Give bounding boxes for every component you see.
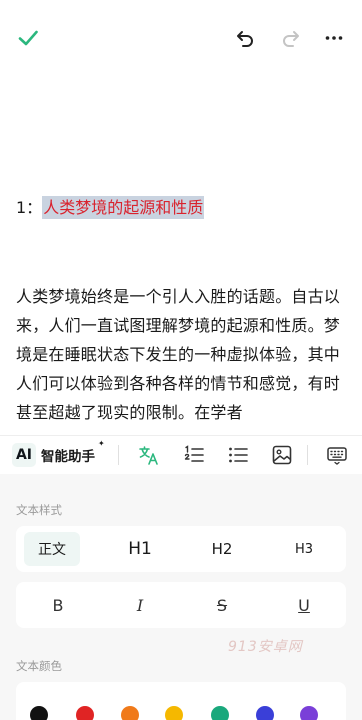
top-bar	[0, 0, 362, 76]
translate-icon[interactable]	[136, 442, 162, 468]
color-swatch-black[interactable]	[30, 706, 48, 720]
heading-number: 1：	[16, 198, 43, 217]
style-h3-option[interactable]: H3	[274, 532, 334, 566]
redo-icon[interactable]	[277, 24, 305, 52]
ai-assistant-button[interactable]: 智能助手	[41, 445, 95, 465]
ai-assistant-icon[interactable]: AI	[12, 443, 36, 467]
text-style-card: 正文 H1 H2 H3	[16, 526, 346, 572]
more-icon[interactable]	[320, 24, 348, 52]
note-editor[interactable]: 1：人类梦境的起源和性质 人类梦境始终是一个引人入胜的话题。自古以来，人们一直试…	[0, 76, 362, 440]
image-icon[interactable]	[269, 442, 295, 468]
text-format-card: B I S U	[16, 582, 346, 628]
color-swatch-red[interactable]	[76, 706, 94, 720]
style-h1-option[interactable]: H1	[110, 532, 170, 566]
color-swatch-green[interactable]	[211, 706, 229, 720]
watermark: 913安卓网	[228, 639, 303, 655]
color-swatch-orange[interactable]	[121, 706, 139, 720]
undo-icon[interactable]	[231, 24, 259, 52]
note-paragraph[interactable]: 人类梦境始终是一个引人入胜的话题。自古以来，人们一直试图理解梦境的起源和性质。梦…	[16, 282, 348, 427]
check-icon[interactable]	[14, 24, 42, 52]
strikethrough-button[interactable]: S	[205, 588, 239, 622]
color-swatch-purple[interactable]	[300, 706, 318, 720]
color-swatch-yellow[interactable]	[165, 706, 183, 720]
note-heading[interactable]: 1：人类梦境的起源和性质	[16, 196, 205, 220]
selected-heading-text[interactable]: 人类梦境的起源和性质	[42, 196, 205, 219]
numbered-list-icon[interactable]	[181, 442, 207, 468]
sparkle-icon: ✦	[98, 439, 105, 448]
toolbar-divider	[118, 445, 119, 465]
bold-button[interactable]: B	[41, 588, 75, 622]
format-toolbar: AI 智能助手 ✦	[0, 436, 362, 474]
text-format-panel: 文本样式 正文 H1 H2 H3 B I S U 913安卓网 文本颜色	[0, 474, 362, 720]
style-body-option[interactable]: 正文	[24, 532, 80, 566]
bullet-list-icon[interactable]	[225, 442, 251, 468]
toolbar-divider	[307, 445, 308, 465]
color-swatch-blue[interactable]	[256, 706, 274, 720]
keyboard-icon[interactable]	[324, 442, 350, 468]
style-h2-option[interactable]: H2	[192, 532, 252, 566]
underline-button[interactable]: U	[287, 588, 321, 622]
text-style-title: 文本样式	[16, 503, 62, 517]
text-color-title: 文本颜色	[16, 659, 62, 673]
italic-button[interactable]: I	[123, 588, 157, 622]
